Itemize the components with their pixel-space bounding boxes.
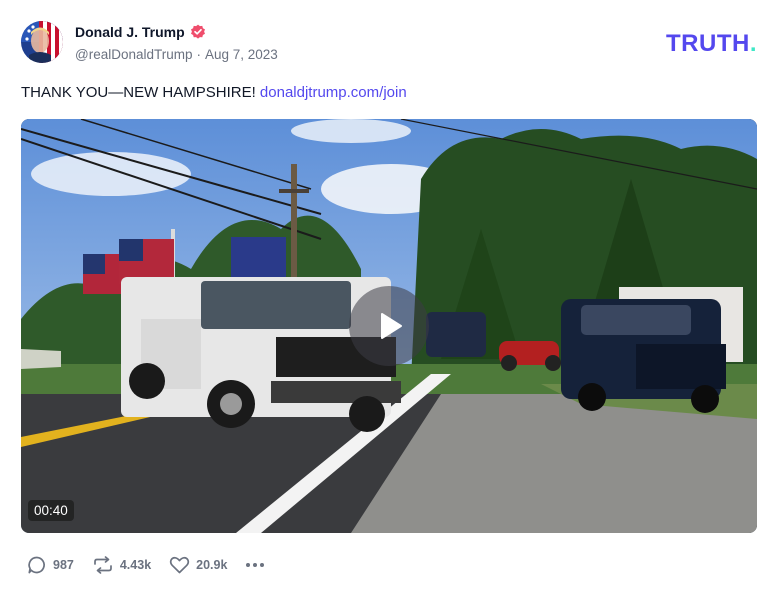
retruth-icon [94,556,112,574]
video-duration: 00:40 [28,500,74,521]
post-body: THANK YOU—NEW HAMPSHIRE! [21,84,256,101]
name-row: Donald J. Trump [75,24,206,40]
play-button[interactable] [349,286,429,366]
post-header: Donald J. Trump @realDonaldTrump · Aug 7, … [21,21,757,65]
post-text: THANK YOU—NEW HAMPSHIRE! donaldjtrump.co… [21,84,407,101]
retruth-button[interactable]: 4.43k [92,555,151,575]
reply-button[interactable]: 987 [27,555,74,575]
more-icon [246,563,265,567]
video-player[interactable]: 00:40 [21,119,757,533]
display-name[interactable]: Donald J. Trump [75,24,185,40]
post-link[interactable]: donaldjtrump.com/join [260,84,407,101]
logo-dot: . [749,30,757,57]
truth-post: Donald J. Trump @realDonaldTrump · Aug 7, … [0,0,778,595]
truth-logo[interactable]: TRUTH. [666,30,757,58]
post-date[interactable]: Aug 7, 2023 [205,47,278,62]
heart-icon [169,556,190,574]
like-count: 20.9k [196,558,228,572]
play-icon [381,313,402,339]
like-button[interactable]: 20.9k [169,555,227,575]
verified-badge-icon [190,24,206,40]
action-bar: 987 4.43k 20.9k [27,554,265,576]
logo-text: TRUTH [666,30,750,57]
reply-count: 987 [53,558,74,572]
separator: · [196,47,202,62]
handle[interactable]: @realDonaldTrump [75,47,193,62]
more-options-button[interactable] [245,562,265,568]
avatar[interactable] [21,21,63,63]
comment-icon [28,556,45,574]
retruth-count: 4.43k [119,558,152,572]
handle-row: @realDonaldTrump · Aug 7, 2023 [75,47,278,62]
